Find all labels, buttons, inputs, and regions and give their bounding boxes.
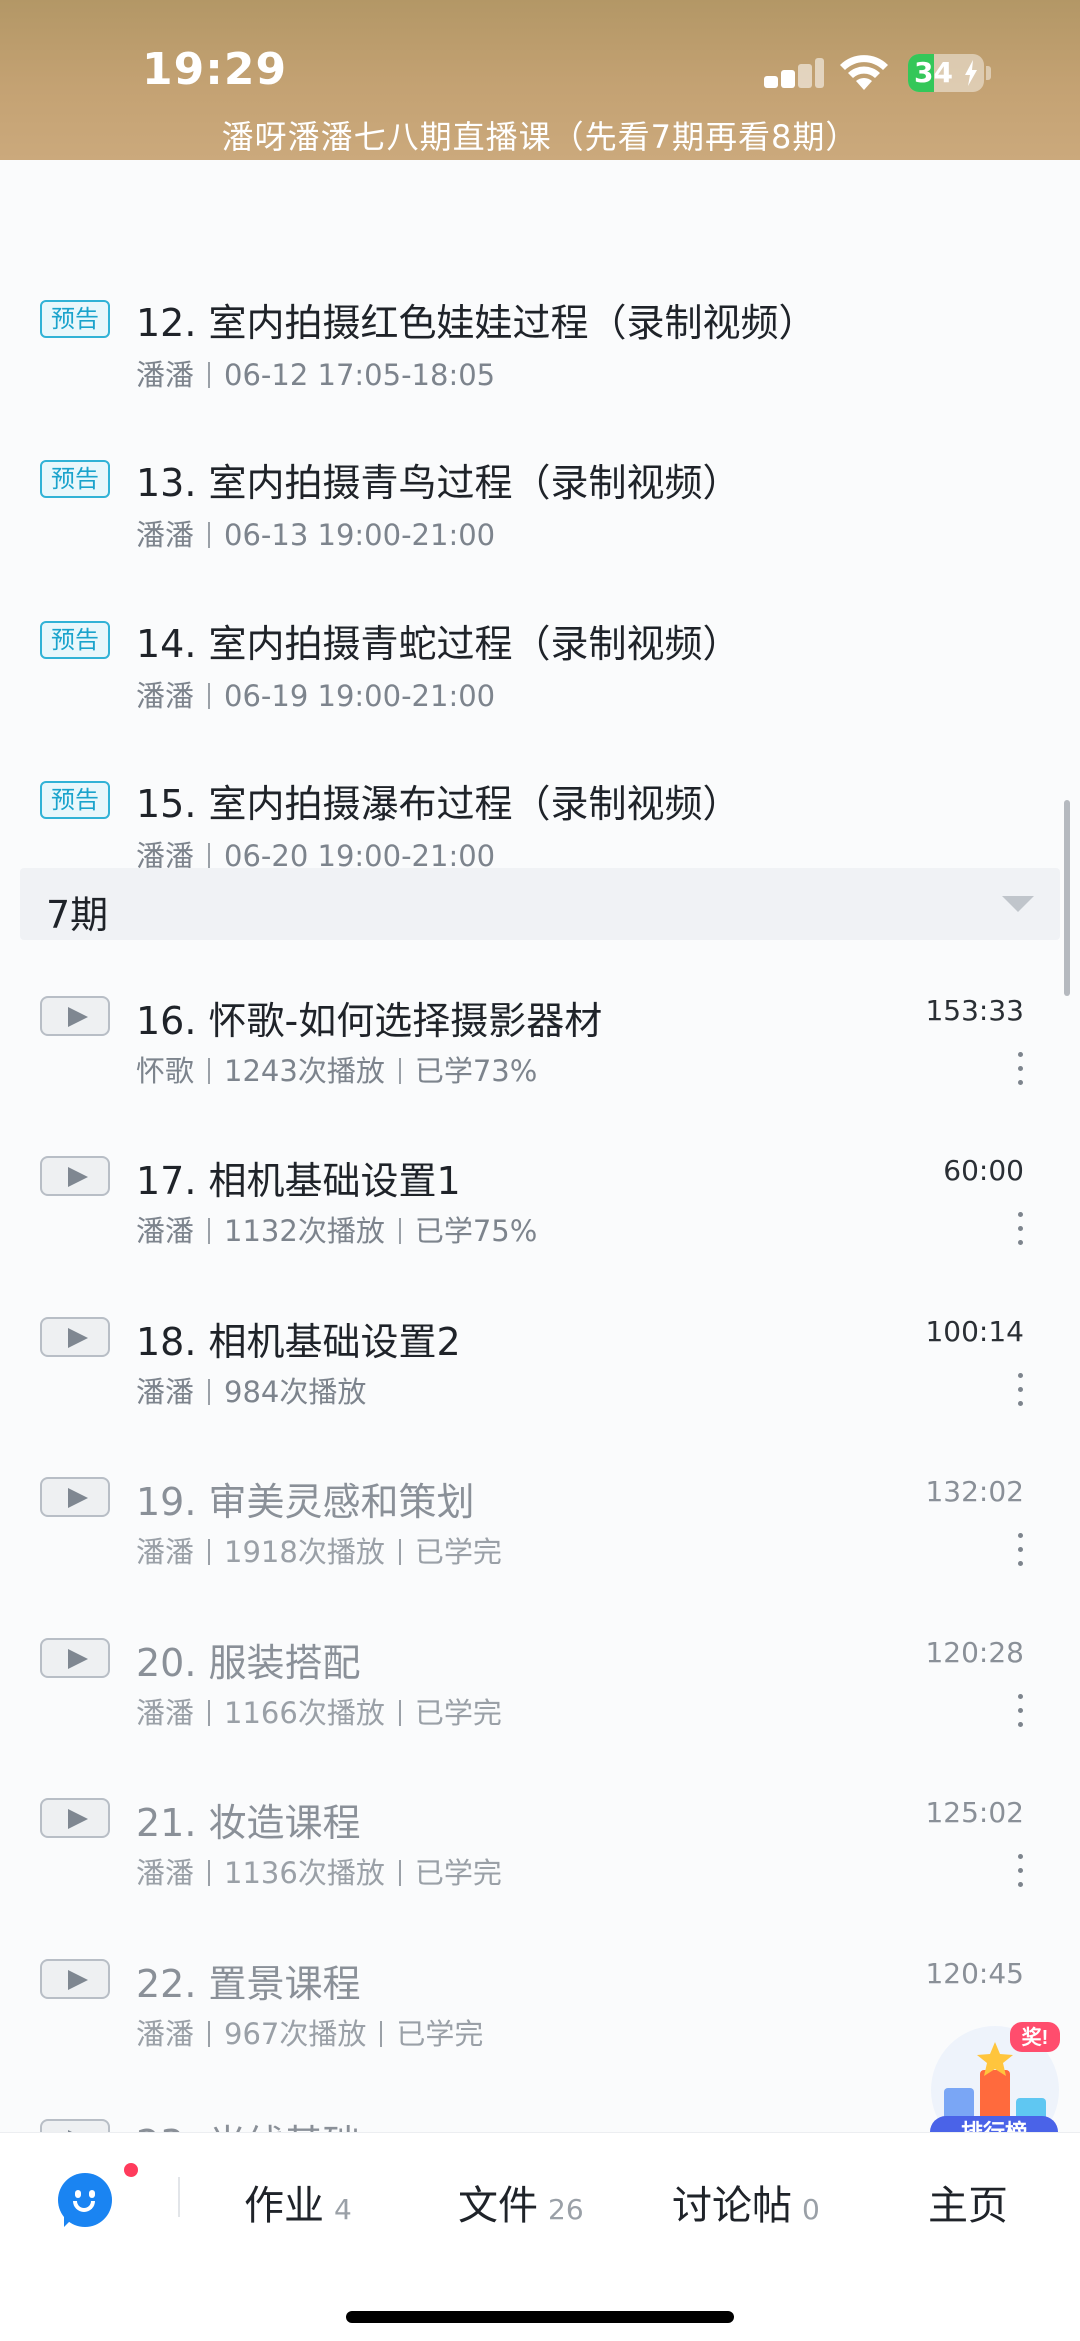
lesson-title: 14. 室内拍摄青蛇过程（录制视频） bbox=[136, 622, 741, 666]
list-item-preview[interactable]: 预告 13. 室内拍摄青鸟过程（录制视频） 潘潘 06-13 19:00-21:0… bbox=[0, 380, 1080, 552]
bottom-bar: 作业 4 文件 26 讨论帖 0 主页 bbox=[0, 2132, 1080, 2341]
lesson-duration: 60:00 bbox=[943, 1154, 1024, 1187]
list-item-lesson[interactable]: 20. 服装搭配 潘潘 1166次播放 已学完 120:28 bbox=[0, 1632, 1080, 1792]
play-icon[interactable] bbox=[40, 1477, 110, 1517]
more-options-icon[interactable] bbox=[1016, 1212, 1024, 1252]
preview-badge: 预告 bbox=[40, 781, 110, 819]
lesson-meta: 潘潘 1132次播放 已学75% bbox=[136, 1214, 538, 1248]
preview-badge: 预告 bbox=[40, 460, 110, 498]
play-icon[interactable] bbox=[40, 1317, 110, 1357]
charging-bolt-icon bbox=[965, 60, 977, 86]
page-title: 潘呀潘潘七八期直播课（先看7期再看8期） bbox=[221, 118, 859, 156]
list-item-preview[interactable]: 预告 14. 室内拍摄青蛇过程（录制视频） 潘潘 06-19 19:00-21:0… bbox=[0, 541, 1080, 713]
lesson-meta: 潘潘 967次播放 已学完 bbox=[136, 2017, 484, 2051]
reward-badge: 奖! bbox=[1022, 2025, 1049, 2049]
scrollbar[interactable] bbox=[1064, 800, 1070, 996]
wifi-icon bbox=[840, 55, 888, 90]
more-options-icon[interactable] bbox=[1016, 1373, 1024, 1413]
lesson-title: 20. 服装搭配 bbox=[136, 1641, 361, 1685]
lesson-duration: 125:02 bbox=[925, 1796, 1024, 1829]
list-item-preview[interactable]: 预告 15. 室内拍摄瀑布过程（录制视频） 潘潘 06-20 19:00-21:0… bbox=[0, 701, 1080, 873]
lesson-meta: 怀歌 1243次播放 已学73% bbox=[136, 1054, 538, 1088]
more-options-icon[interactable] bbox=[1016, 1694, 1024, 1734]
lesson-title: 18. 相机基础设置2 bbox=[136, 1320, 461, 1364]
lesson-meta: 潘潘 1166次播放 已学完 bbox=[136, 1696, 502, 1730]
lesson-duration: 100:14 bbox=[925, 1315, 1024, 1348]
section-label: 7期 bbox=[46, 893, 109, 937]
status-time: 19:29 bbox=[142, 44, 288, 95]
list-item-lesson[interactable]: 22. 置景课程 潘潘 967次播放 已学完 120:45 bbox=[0, 1953, 1080, 2113]
play-icon[interactable] bbox=[40, 1638, 110, 1678]
home-indicator[interactable] bbox=[346, 2311, 734, 2323]
play-icon[interactable] bbox=[40, 1156, 110, 1196]
lesson-duration: 120:45 bbox=[925, 1957, 1024, 1990]
tab-homework[interactable]: 作业 4 bbox=[244, 2173, 352, 2231]
lesson-meta: 潘潘 1918次播放 已学完 bbox=[136, 1535, 502, 1569]
lesson-title: 15. 室内拍摄瀑布过程（录制视频） bbox=[136, 782, 741, 826]
preview-badge: 预告 bbox=[40, 621, 110, 659]
more-options-icon[interactable] bbox=[1016, 1854, 1024, 1894]
play-icon[interactable] bbox=[40, 1959, 110, 1999]
collapse-caret-icon[interactable] bbox=[1002, 896, 1034, 912]
section-header-phase-7[interactable]: 7期 bbox=[20, 868, 1060, 940]
chat-assistant-icon[interactable] bbox=[58, 2173, 112, 2227]
list-item-preview[interactable]: 预告 12. 室内拍摄红色娃娃过程（录制视频） 潘潘 06-12 17:05-18… bbox=[0, 220, 1080, 392]
lesson-meta: 潘潘 984次播放 bbox=[136, 1375, 367, 1409]
lesson-title: 19. 审美灵感和策划 bbox=[136, 1480, 475, 1524]
lesson-title: 13. 室内拍摄青鸟过程（录制视频） bbox=[136, 461, 741, 505]
tab-home[interactable]: 主页 bbox=[928, 2173, 1008, 2231]
play-icon[interactable] bbox=[40, 996, 110, 1036]
lesson-duration: 153:33 bbox=[925, 994, 1024, 1027]
list-item-lesson[interactable]: 21. 妆造课程 潘潘 1136次播放 已学完 125:02 bbox=[0, 1792, 1080, 1952]
notification-dot bbox=[124, 2163, 138, 2177]
battery-icon: 34 bbox=[908, 54, 984, 92]
battery-cap bbox=[986, 66, 991, 80]
header-bar: 19:29 34 潘呀潘潘七八期直播课（先看7期再看8期） bbox=[0, 0, 1080, 160]
more-options-icon[interactable] bbox=[1016, 1052, 1024, 1092]
course-list[interactable]: 预告 12. 室内拍摄红色娃娃过程（录制视频） 潘潘 06-12 17:05-18… bbox=[0, 160, 1080, 2166]
more-options-icon[interactable] bbox=[1016, 1533, 1024, 1573]
lesson-title: 22. 置景课程 bbox=[136, 1962, 361, 2006]
cellular-signal-icon bbox=[764, 58, 824, 92]
lesson-duration: 132:02 bbox=[925, 1475, 1024, 1508]
preview-badge: 预告 bbox=[40, 300, 110, 338]
tab-discussion[interactable]: 讨论帖 0 bbox=[672, 2173, 820, 2231]
play-icon[interactable] bbox=[40, 1798, 110, 1838]
divider bbox=[178, 2177, 180, 2217]
list-item-lesson[interactable]: 18. 相机基础设置2 潘潘 984次播放 100:14 bbox=[0, 1311, 1080, 1471]
lesson-meta: 潘潘 1136次播放 已学完 bbox=[136, 1856, 502, 1890]
list-item-lesson[interactable]: 19. 审美灵感和策划 潘潘 1918次播放 已学完 132:02 bbox=[0, 1471, 1080, 1631]
lesson-title: 21. 妆造课程 bbox=[136, 1801, 361, 1845]
lesson-title: 12. 室内拍摄红色娃娃过程（录制视频） bbox=[136, 301, 817, 345]
lesson-title: 17. 相机基础设置1 bbox=[136, 1159, 461, 1203]
lesson-title: 16. 怀歌-如何选择摄影器材 bbox=[136, 999, 603, 1043]
list-item-lesson[interactable]: 16. 怀歌-如何选择摄影器材 怀歌 1243次播放 已学73% 153:33 bbox=[0, 990, 1080, 1150]
list-item-lesson[interactable]: 17. 相机基础设置1 潘潘 1132次播放 已学75% 60:00 bbox=[0, 1150, 1080, 1310]
lesson-duration: 120:28 bbox=[925, 1636, 1024, 1669]
tab-files[interactable]: 文件 26 bbox=[458, 2173, 584, 2231]
battery-level: 34 bbox=[914, 56, 953, 89]
